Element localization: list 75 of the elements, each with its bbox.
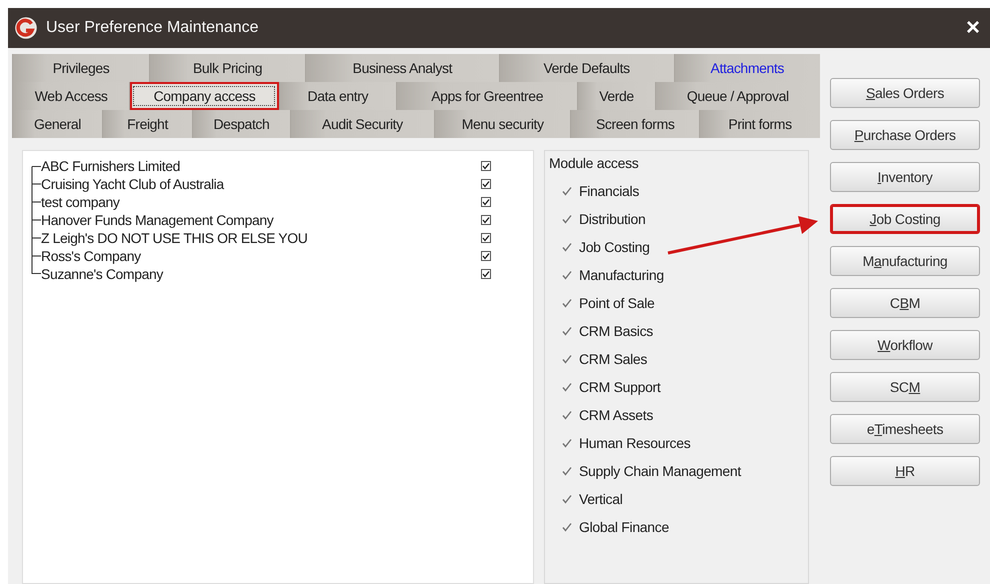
check-icon[interactable] [561, 521, 573, 533]
checkbox[interactable] [481, 269, 491, 279]
app-logo-icon [14, 16, 38, 40]
module-label: CRM Assets [579, 407, 654, 423]
check-icon[interactable] [561, 185, 573, 197]
module-button[interactable]: SCM [830, 372, 980, 402]
tree-line [31, 211, 41, 229]
module-button[interactable]: HR [830, 456, 980, 486]
module-button[interactable]: Job Costing [830, 204, 980, 234]
module-button[interactable]: Purchase Orders [830, 120, 980, 150]
check-icon[interactable] [561, 325, 573, 337]
tab[interactable]: Company access [129, 82, 279, 110]
close-button[interactable]: × [962, 16, 984, 40]
tab[interactable]: Web Access [12, 82, 130, 110]
tab[interactable]: Apps for Greentree [396, 82, 578, 110]
company-name[interactable]: Ross's Company [41, 248, 481, 264]
checkbox[interactable] [481, 161, 491, 171]
check-icon[interactable] [561, 465, 573, 477]
tab[interactable]: Despatch [192, 110, 290, 138]
module-label: Human Resources [579, 435, 690, 451]
company-name[interactable]: Hanover Funds Management Company [41, 212, 481, 228]
check-icon[interactable] [561, 213, 573, 225]
tab[interactable]: Screen forms [570, 110, 700, 138]
module-button[interactable]: Sales Orders [830, 78, 980, 108]
tab[interactable]: Print forms [699, 110, 820, 138]
tab[interactable]: Menu security [434, 110, 570, 138]
tab[interactable]: Verde [577, 82, 655, 110]
checkbox[interactable] [481, 251, 491, 261]
tab[interactable]: Business Analyst [305, 54, 499, 82]
module-button[interactable]: eTimesheets [830, 414, 980, 444]
tab[interactable]: Audit Security [290, 110, 434, 138]
tab[interactable]: Privileges [12, 54, 150, 82]
tab[interactable]: Data entry [278, 82, 396, 110]
check-icon[interactable] [561, 437, 573, 449]
tab[interactable]: General [12, 110, 102, 138]
check-icon[interactable] [561, 353, 573, 365]
module-label: CRM Support [579, 379, 661, 395]
company-name[interactable]: Suzanne's Company [41, 266, 481, 282]
tab[interactable]: Bulk Pricing [149, 54, 306, 82]
module-label: Vertical [579, 491, 623, 507]
checkbox[interactable] [481, 197, 491, 207]
checkbox[interactable] [481, 233, 491, 243]
company-name[interactable]: test company [41, 194, 481, 210]
module-label: Manufacturing [579, 267, 664, 283]
checkbox[interactable] [481, 215, 491, 225]
module-label: Global Finance [579, 519, 669, 535]
check-icon[interactable] [561, 297, 573, 309]
tab[interactable]: Verde Defaults [498, 54, 674, 82]
module-button[interactable]: Workflow [830, 330, 980, 360]
module-label: Distribution [579, 211, 646, 227]
module-label: Point of Sale [579, 295, 654, 311]
company-name[interactable]: Cruising Yacht Club of Australia [41, 176, 481, 192]
module-button[interactable]: Manufacturing [830, 246, 980, 276]
company-name[interactable]: Z Leigh's DO NOT USE THIS OR ELSE YOU [41, 230, 481, 246]
company-name[interactable]: ABC Furnishers Limited [41, 158, 481, 174]
module-label: Financials [579, 183, 640, 199]
module-label: Job Costing [579, 239, 650, 255]
check-icon[interactable] [561, 493, 573, 505]
checkbox[interactable] [481, 179, 491, 189]
check-icon[interactable] [561, 269, 573, 281]
check-icon[interactable] [561, 381, 573, 393]
module-label: CRM Sales [579, 351, 648, 367]
tree-line [31, 229, 41, 247]
module-label: Supply Chain Management [579, 463, 741, 479]
module-button[interactable]: Inventory [830, 162, 980, 192]
window-title: User Preference Maintenance [46, 19, 260, 37]
module-label: CRM Basics [579, 323, 654, 339]
check-icon[interactable] [561, 241, 573, 253]
tab[interactable]: Freight [102, 110, 192, 138]
group-title: Module access [549, 155, 640, 173]
module-button[interactable]: CBM [830, 288, 980, 318]
tab[interactable]: Queue / Approval [654, 82, 820, 110]
tree-line [31, 193, 41, 211]
check-icon[interactable] [561, 409, 573, 421]
tab[interactable]: Attachments [674, 54, 820, 82]
